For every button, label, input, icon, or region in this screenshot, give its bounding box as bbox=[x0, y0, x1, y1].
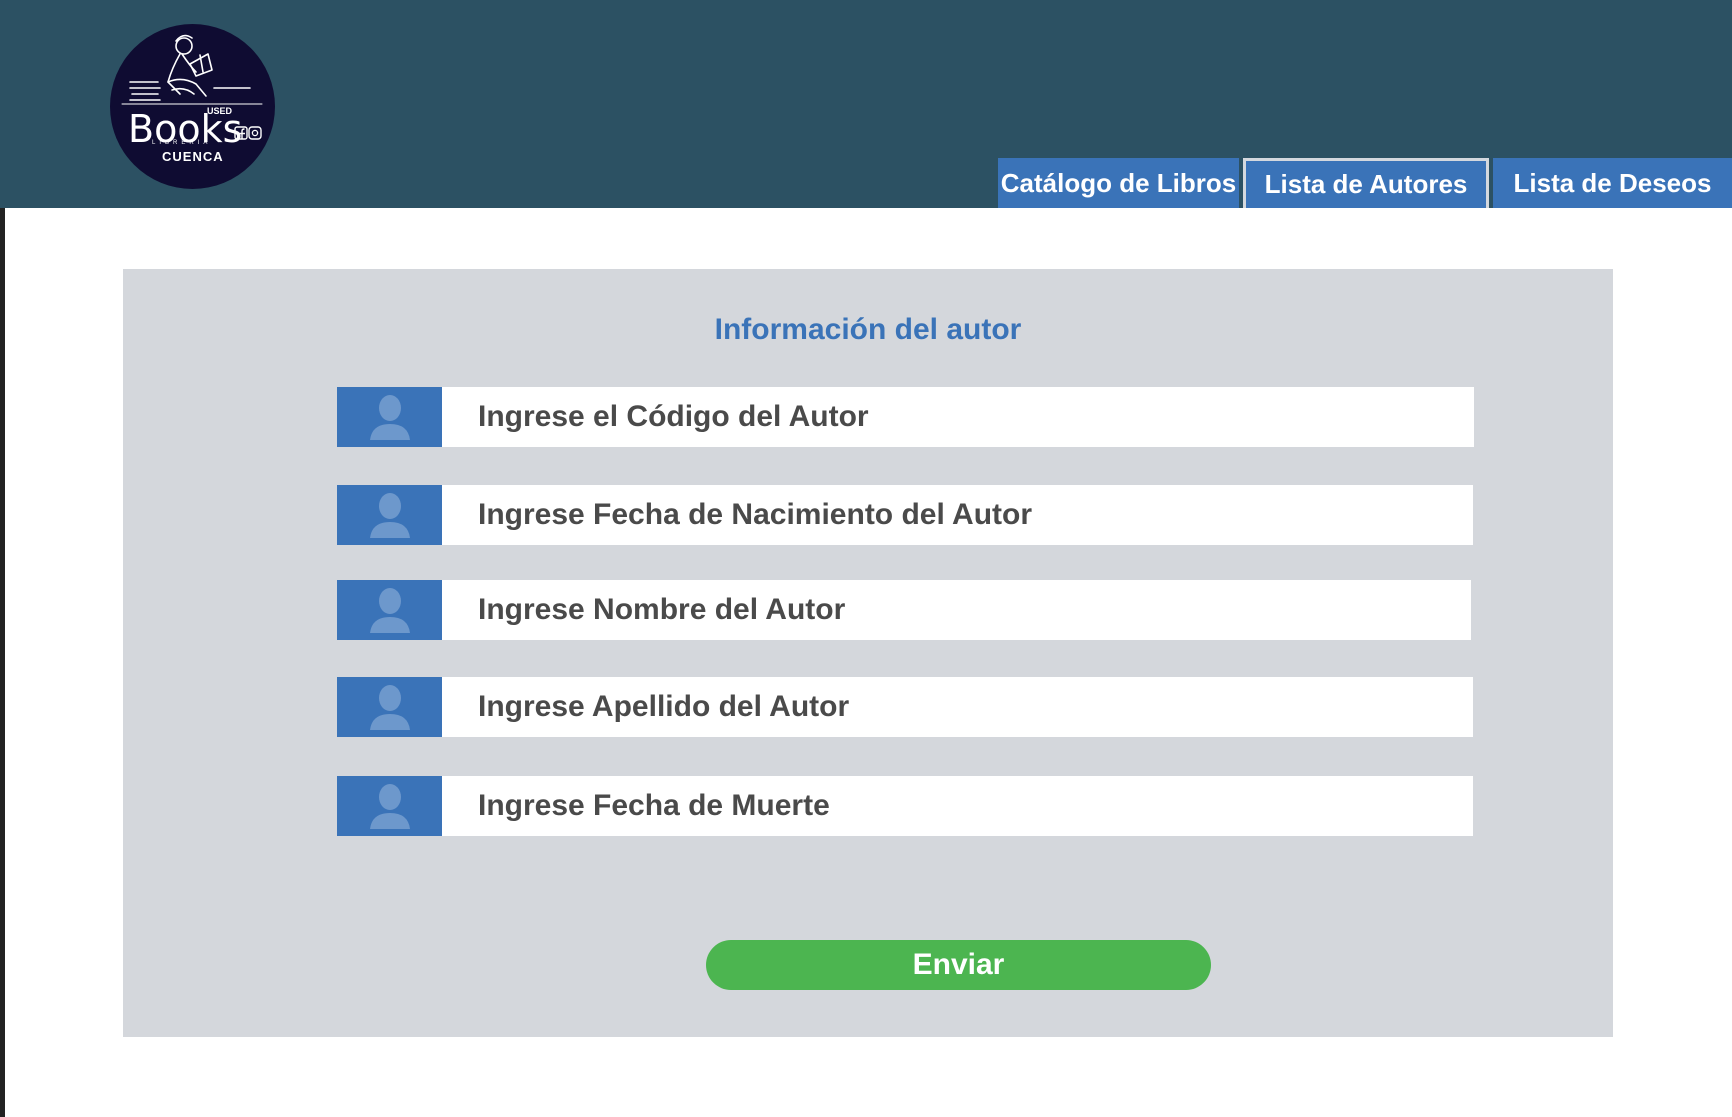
user-icon bbox=[337, 387, 442, 447]
user-icon bbox=[337, 485, 442, 545]
user-icon bbox=[337, 677, 442, 737]
site-header: USED Books LIBRERIA CUENCA Catálogo de L… bbox=[0, 0, 1732, 208]
logo-city: CUENCA bbox=[162, 149, 224, 164]
author-first-name-input[interactable] bbox=[442, 580, 1471, 640]
author-form-panel: Información del autor Ingrese el Código … bbox=[123, 269, 1613, 1037]
field-author-code bbox=[337, 387, 1474, 447]
instagram-icon bbox=[248, 126, 262, 140]
submit-button[interactable]: Enviar bbox=[706, 940, 1211, 990]
field-author-birth-date bbox=[337, 485, 1473, 545]
author-code-input[interactable] bbox=[442, 387, 1474, 447]
user-icon bbox=[337, 776, 442, 836]
author-death-date-input[interactable] bbox=[442, 776, 1473, 836]
tab-lista-de-deseos[interactable]: Lista de Deseos bbox=[1493, 158, 1732, 208]
field-author-death-date bbox=[337, 776, 1473, 836]
tab-catalogo-de-libros[interactable]: Catálogo de Libros bbox=[998, 158, 1239, 208]
form-title: Información del autor bbox=[714, 313, 1022, 346]
logo[interactable]: USED Books LIBRERIA CUENCA bbox=[110, 24, 275, 189]
tab-lista-de-autores[interactable]: Lista de Autores bbox=[1243, 158, 1489, 208]
field-author-first-name bbox=[337, 580, 1471, 640]
author-last-name-input[interactable] bbox=[442, 677, 1473, 737]
user-icon bbox=[337, 580, 442, 640]
logo-subtitle: LIBRERIA bbox=[152, 140, 212, 146]
author-birth-date-input[interactable] bbox=[442, 485, 1473, 545]
field-author-last-name bbox=[337, 677, 1473, 737]
